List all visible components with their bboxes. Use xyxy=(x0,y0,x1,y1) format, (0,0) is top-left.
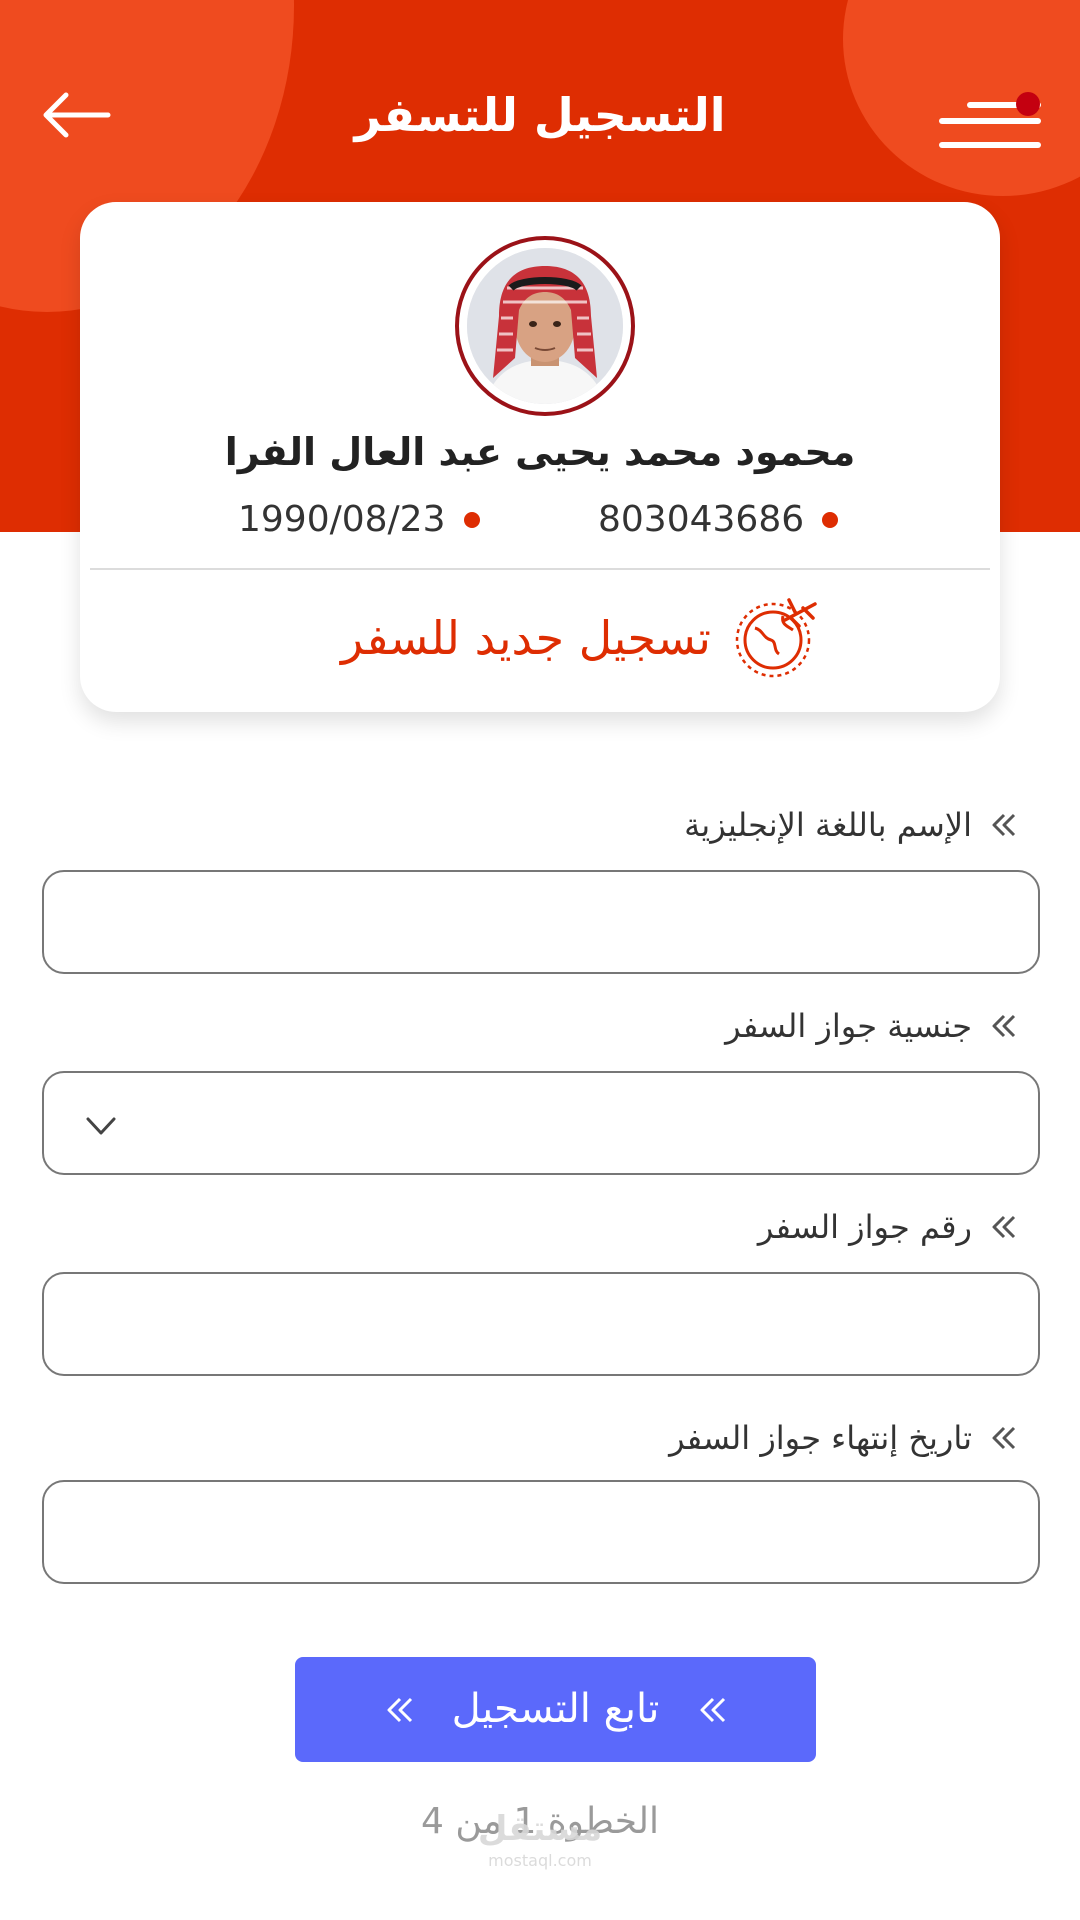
id-number-row: 803043686 xyxy=(598,492,839,548)
double-chevron-left-icon xyxy=(387,1697,412,1722)
card-divider xyxy=(90,568,990,570)
double-chevron-left-icon xyxy=(992,1215,1016,1239)
english-name-input[interactable] xyxy=(44,872,1038,972)
watermark-logo: مستقل xyxy=(477,1809,603,1849)
notification-dot xyxy=(1016,92,1040,116)
field-label-passport-number: رقم جواز السفر xyxy=(758,1202,1018,1252)
field-label-passport-expiry: تاريخ إنتهاء جواز السفر xyxy=(669,1413,1018,1463)
bullet-dot xyxy=(822,512,839,528)
chevron-down-icon xyxy=(86,1117,116,1135)
watermark: مستقل mostaql.com xyxy=(440,1808,640,1888)
passport-number-input-box[interactable] xyxy=(42,1272,1040,1376)
page-title: التسجيل للتسفر xyxy=(354,88,726,142)
field-label-passport-nationality: جنسية جواز السفر xyxy=(725,1001,1018,1051)
double-chevron-left-icon xyxy=(992,1014,1016,1038)
bullet-dot xyxy=(463,512,480,528)
passport-expiry-input-box[interactable] xyxy=(42,1480,1040,1584)
profile-card: محمود محمد يحيى عبد العال الفرا 80304368… xyxy=(80,202,1000,712)
avatar-frame xyxy=(455,236,635,416)
avatar xyxy=(467,248,623,404)
continue-registration-button[interactable]: تابع التسجيل xyxy=(295,1657,816,1762)
double-chevron-left-icon xyxy=(700,1697,726,1722)
double-chevron-left-icon xyxy=(992,813,1016,837)
watermark-url: mostaql.com xyxy=(488,1851,592,1870)
passport-number-input[interactable] xyxy=(44,1274,1038,1374)
avatar-image xyxy=(467,248,623,404)
passport-nationality-select[interactable] xyxy=(42,1071,1040,1175)
english-name-input-box[interactable] xyxy=(42,870,1040,974)
id-number: 803043686 xyxy=(598,499,805,540)
new-registration-label: تسجيل جديد للسفر xyxy=(341,611,711,665)
field-label-english-name: الإسم باللغة الإنجليزية xyxy=(684,800,1018,850)
double-chevron-left-icon xyxy=(992,1426,1016,1450)
birth-date: 1990/08/23 xyxy=(238,499,446,540)
globe-plane-icon xyxy=(735,598,817,678)
continue-label: تابع التسجيل xyxy=(451,1686,660,1732)
back-button[interactable] xyxy=(36,80,116,150)
new-travel-registration-button[interactable]: تسجيل جديد للسفر xyxy=(280,594,880,682)
passport-expiry-input[interactable] xyxy=(44,1482,1038,1582)
user-name: محمود محمد يحيى عبد العال الفرا xyxy=(224,430,856,474)
arrow-left-icon xyxy=(43,92,111,138)
birth-date-row: 1990/08/23 xyxy=(238,492,480,548)
